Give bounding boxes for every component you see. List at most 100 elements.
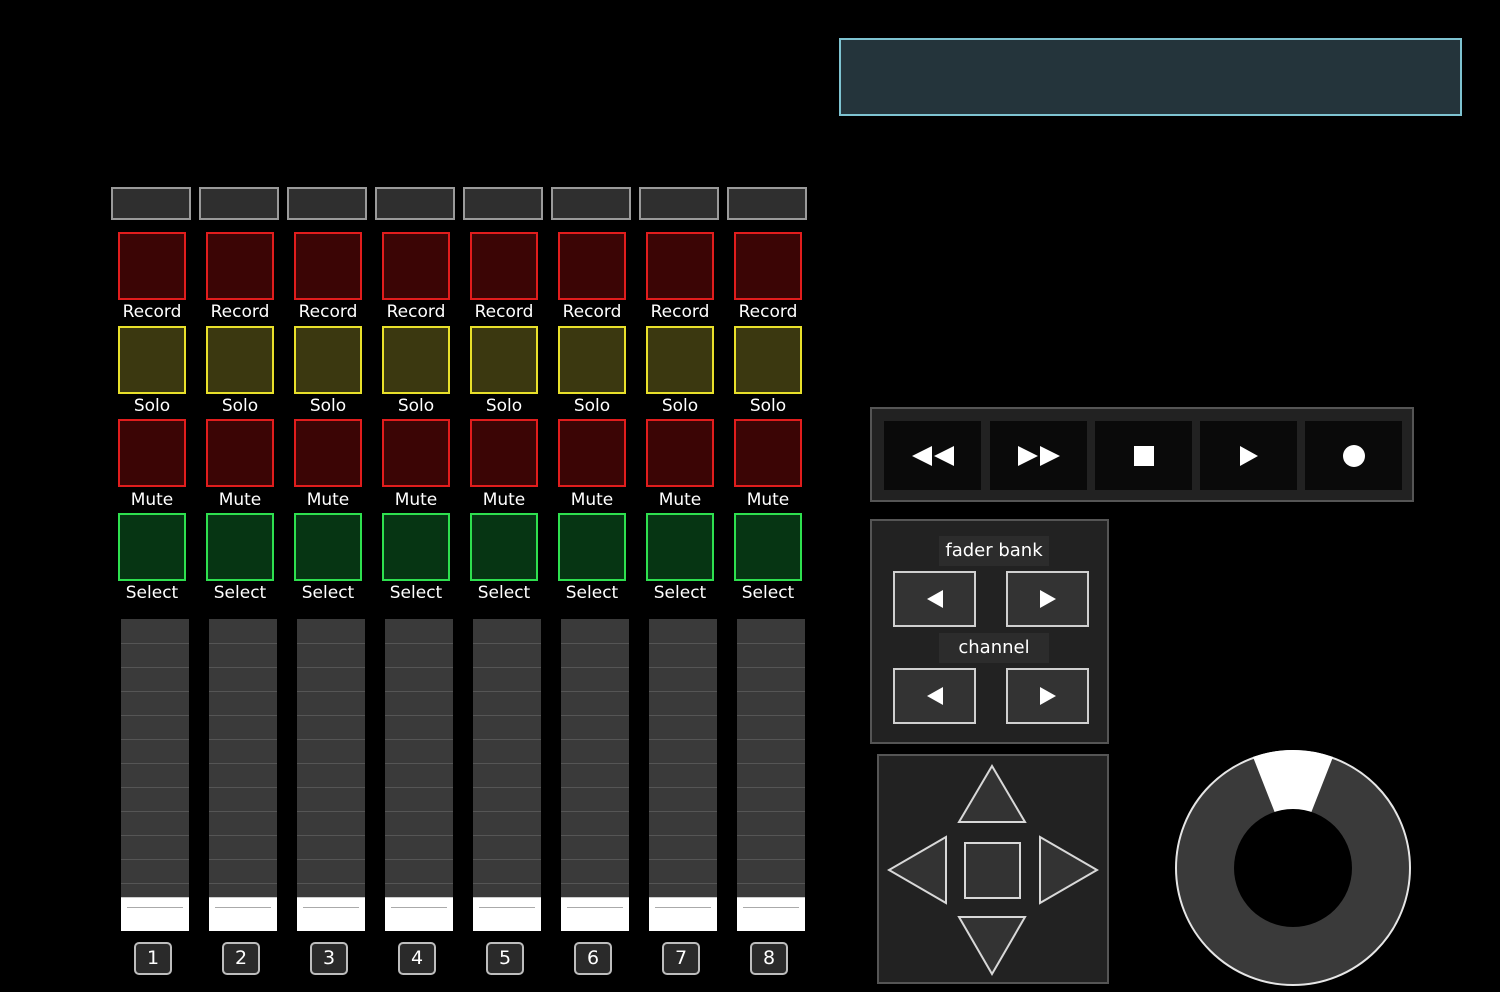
record-button[interactable] [470,232,538,300]
solo-label: Solo [133,396,171,416]
fader-bank-left-button[interactable] [893,571,976,627]
select-button[interactable] [206,513,274,581]
mute-button[interactable] [206,419,274,487]
solo-button[interactable] [294,326,362,394]
fader-tick [649,787,717,788]
record-button[interactable] [294,232,362,300]
solo-button[interactable] [470,326,538,394]
fader-track[interactable] [649,619,717,931]
jog-wheel[interactable] [1173,748,1413,988]
mute-button[interactable] [118,419,186,487]
nav-up-button[interactable] [957,764,1027,823]
fader-handle[interactable] [385,897,453,931]
fader-tick [385,739,453,740]
record-button[interactable] [734,232,802,300]
channel-left-button[interactable] [893,668,976,724]
select-button[interactable] [118,513,186,581]
fader-track[interactable] [297,619,365,931]
select-button[interactable] [646,513,714,581]
channel-number-button[interactable]: 8 [750,942,788,975]
record-button[interactable] [558,232,626,300]
mute-label: Mute [218,490,262,510]
channel-right-button[interactable] [1006,668,1089,724]
mute-label: Mute [658,490,702,510]
channel-strip: Record Solo Mute Select 8 [725,0,813,992]
fader-track[interactable] [473,619,541,931]
fader-tick [737,667,805,668]
mute-button[interactable] [294,419,362,487]
select-button[interactable] [294,513,362,581]
solo-label: Solo [485,396,523,416]
solo-button[interactable] [734,326,802,394]
channel-name-display [463,187,543,220]
channel-number-button[interactable]: 3 [310,942,348,975]
fader-handle[interactable] [121,897,189,931]
channel-number-button[interactable]: 6 [574,942,612,975]
solo-button[interactable] [646,326,714,394]
fader-handle[interactable] [561,897,629,931]
select-button[interactable] [470,513,538,581]
nav-center-button[interactable] [964,842,1021,899]
solo-button[interactable] [382,326,450,394]
fader-track[interactable] [737,619,805,931]
fader-track[interactable] [385,619,453,931]
fader-handle[interactable] [473,897,541,931]
fader-tick [121,667,189,668]
solo-button[interactable] [118,326,186,394]
record-button[interactable] [382,232,450,300]
fader-track[interactable] [561,619,629,931]
fader-handle[interactable] [649,897,717,931]
play-button[interactable] [1200,421,1297,490]
channel-number-button[interactable]: 4 [398,942,436,975]
fader-tick [209,667,277,668]
channel-name-display [199,187,279,220]
fader-tick [385,667,453,668]
nav-left-button[interactable] [887,835,947,905]
select-button[interactable] [382,513,450,581]
select-label: Select [477,583,531,603]
channel-strip: Record Solo Mute Select 3 [285,0,373,992]
mute-button[interactable] [470,419,538,487]
fader-tick [473,763,541,764]
select-button[interactable] [558,513,626,581]
fader-tick [121,691,189,692]
fader-tick [561,739,629,740]
solo-button[interactable] [558,326,626,394]
rewind-button[interactable] [884,421,981,490]
record-label: Record [474,302,534,322]
channel-number-button[interactable]: 1 [134,942,172,975]
mute-button[interactable] [646,419,714,487]
fader-tick [297,787,365,788]
record-button[interactable] [206,232,274,300]
record-button[interactable] [118,232,186,300]
fader-tick [297,811,365,812]
fader-handle[interactable] [209,897,277,931]
fast-forward-button[interactable] [990,421,1087,490]
nav-down-button[interactable] [957,916,1027,976]
stop-icon [1133,445,1154,466]
mute-label: Mute [570,490,614,510]
channel-number-button[interactable]: 5 [486,942,524,975]
fader-handle[interactable] [737,897,805,931]
fader-tick [297,883,365,884]
record-button[interactable] [646,232,714,300]
mute-button[interactable] [382,419,450,487]
fader-track[interactable] [209,619,277,931]
fader-handle[interactable] [297,897,365,931]
record-label: Record [210,302,270,322]
nav-right-button[interactable] [1039,835,1099,905]
arrow-left-icon [926,590,943,608]
select-button[interactable] [734,513,802,581]
fader-track[interactable] [121,619,189,931]
record-button[interactable] [1305,421,1402,490]
channel-name-display [727,187,807,220]
solo-button[interactable] [206,326,274,394]
mute-button[interactable] [734,419,802,487]
stop-button[interactable] [1095,421,1192,490]
fader-tick [121,859,189,860]
fader-bank-right-button[interactable] [1006,571,1089,627]
channel-number-button[interactable]: 7 [662,942,700,975]
mute-button[interactable] [558,419,626,487]
fader-tick [649,715,717,716]
channel-number-button[interactable]: 2 [222,942,260,975]
